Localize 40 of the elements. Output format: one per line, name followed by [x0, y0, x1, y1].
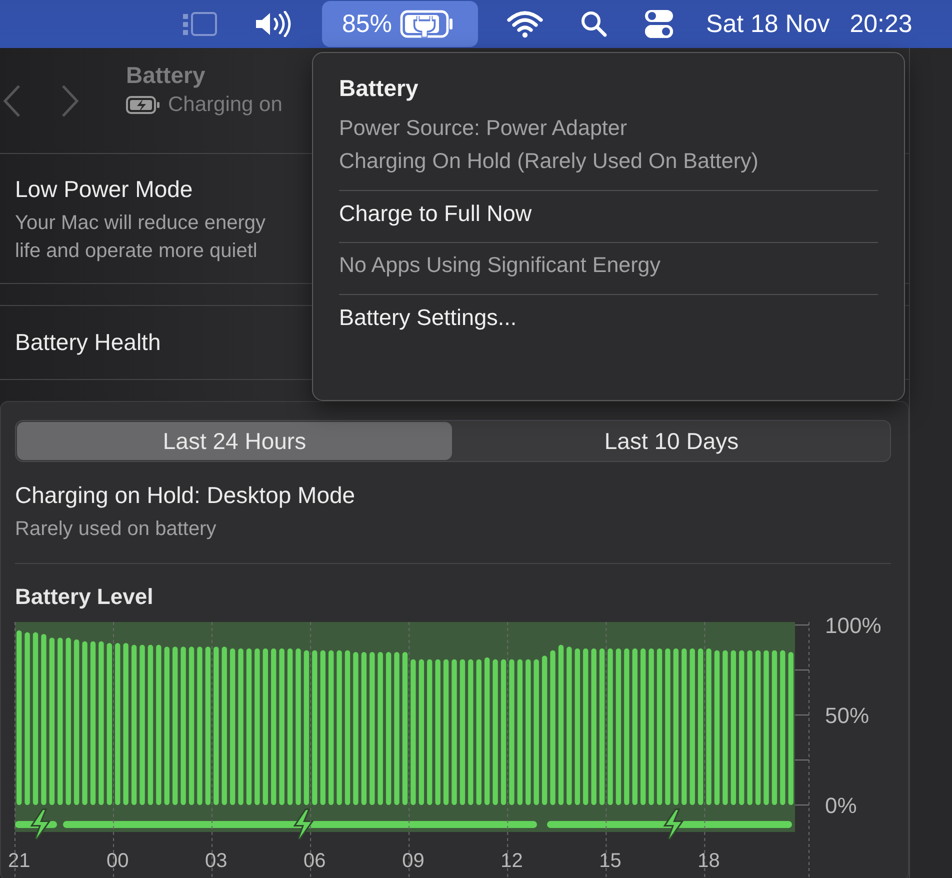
menu-item[interactable]: Battery Settings... — [339, 301, 878, 334]
menu-item[interactable]: Charge to Full Now — [339, 197, 878, 230]
menu-bar-date: Sat 18 Nov — [706, 10, 830, 38]
y-axis-label: 50% — [825, 703, 870, 728]
setting-description: Your Mac will reduce energy — [15, 211, 266, 236]
menu-info-text: Charging On Hold (Rarely Used On Battery) — [339, 148, 760, 175]
charging-status-subtitle: Rarely used on battery — [15, 518, 891, 564]
menu-title: Battery — [339, 75, 420, 102]
y-axis-label: 0% — [825, 793, 857, 818]
battery-menu-item[interactable]: 85% — [322, 1, 478, 47]
segment-tab[interactable]: Last 10 Days — [454, 422, 889, 460]
setting-title: Low Power Mode — [15, 176, 194, 203]
sidebar-icon[interactable] — [182, 11, 218, 37]
page-title: Battery — [126, 62, 206, 89]
x-axis-label: 15 — [599, 850, 622, 872]
x-axis-label: 03 — [205, 850, 228, 872]
tick-mark — [794, 624, 810, 626]
x-axis-label: 21 — [8, 850, 30, 872]
tick-mark — [794, 714, 810, 716]
wifi-icon[interactable] — [506, 10, 544, 38]
battery-percentage: 85% — [342, 10, 392, 38]
y-axis-label: 100% — [825, 613, 882, 638]
x-axis-label: 00 — [106, 850, 129, 872]
menu-info-text: No Apps Using Significant Energy — [339, 252, 662, 279]
x-axis-label: 18 — [698, 850, 720, 872]
control-center-icon[interactable] — [644, 9, 674, 39]
tick-mark — [794, 804, 810, 806]
menu-info-text: Power Source: Power Adapter — [339, 115, 628, 142]
segment-tab[interactable]: Last 24 Hours — [17, 422, 452, 460]
x-axis-label: 06 — [304, 850, 326, 872]
setting-title: Battery Health — [15, 329, 161, 356]
page-subtitle: Charging on — [168, 93, 282, 117]
x-axis-label: 09 — [402, 850, 424, 872]
charging-status-title: Charging on Hold: Desktop Mode — [15, 482, 356, 509]
menu-bar-clock: 20:23 — [850, 10, 912, 38]
search-icon[interactable] — [580, 10, 608, 38]
battery-charging-icon — [126, 96, 160, 114]
setting-description: life and operate more quietl — [15, 239, 258, 264]
x-axis-label: 12 — [500, 850, 523, 872]
section-title: Battery Level — [15, 584, 154, 610]
